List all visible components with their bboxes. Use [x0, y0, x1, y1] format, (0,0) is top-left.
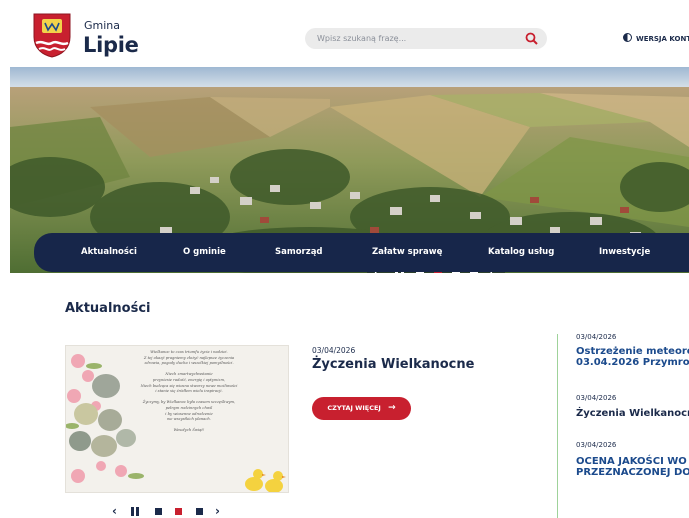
featured-news-date: 03/04/2026 — [312, 346, 356, 355]
nav-item-inwestycje[interactable]: Inwestycje — [599, 247, 650, 257]
search-icon[interactable] — [525, 32, 538, 45]
featured-news-title[interactable]: Życzenia Wielkanocne — [312, 357, 474, 372]
nav-item-katalog-uslug[interactable]: Katalog usług — [488, 247, 554, 257]
side-news-title-1[interactable]: Ostrzeżenie meteorol 03.04.2026 Przymroz — [576, 346, 689, 368]
side-title-line: PRZEZNACZONEJ DO — [576, 467, 689, 478]
side-news-date: 03/04/2026 — [576, 441, 617, 449]
site-header: Gmina Lipie WERSJA KONTRA — [0, 0, 689, 66]
nav-item-zalatw-sprawe[interactable]: Załatw sprawę — [372, 247, 442, 257]
brand-subtitle: Gmina — [84, 19, 121, 32]
nav-item-samorzad[interactable]: Samorząd — [275, 247, 323, 257]
read-more-button[interactable]: CZYTAJ WIĘCEJ → — [312, 397, 411, 420]
easter-card-text: Wielkanoc to czas triumfu życia i nadzie… — [114, 350, 264, 434]
side-title-line: Ostrzeżenie meteorol — [576, 346, 689, 357]
carousel-prev-icon[interactable]: ‹ — [112, 505, 117, 517]
search-input[interactable] — [317, 31, 517, 46]
side-title-line: OCENA JAKOŚCI WO — [576, 456, 687, 467]
page: Gmina Lipie WERSJA KONTRA — [0, 0, 689, 518]
contrast-toggle[interactable]: WERSJA KONTRA — [623, 33, 689, 43]
search-box — [305, 28, 547, 49]
side-news-title-2[interactable]: Życzenia Wielkanocn — [576, 408, 689, 419]
news-section-title: Aktualności — [65, 301, 151, 316]
card-line: Wesołych Świąt! — [173, 428, 205, 433]
main-nav: Aktualności O gminie Samorząd Załatw spr… — [34, 233, 689, 272]
side-news-title-3[interactable]: OCENA JAKOŚCI WO PRZEZNACZONEJ DO — [576, 456, 689, 478]
nav-item-o-gminie[interactable]: O gminie — [183, 247, 226, 257]
nav-item-aktualnosci[interactable]: Aktualności — [81, 247, 137, 257]
contrast-label: WERSJA KONTRA — [636, 35, 689, 43]
carousel-dot-active[interactable] — [175, 508, 182, 515]
side-title-line: 03.04.2026 Przymroz — [576, 357, 689, 368]
news-divider — [557, 334, 558, 518]
coat-of-arms-logo[interactable] — [33, 13, 71, 58]
side-news-date: 03/04/2026 — [576, 394, 617, 402]
brand-title[interactable]: Lipie — [83, 33, 139, 57]
side-news-date: 03/04/2026 — [576, 333, 617, 341]
featured-news-image[interactable]: Wielkanoc to czas triumfu życia i nadzie… — [65, 345, 289, 493]
carousel-pause-icon[interactable] — [131, 507, 139, 516]
news-carousel-controls: ‹ › — [112, 505, 232, 518]
carousel-dot[interactable] — [196, 508, 203, 515]
contrast-icon — [623, 33, 632, 42]
arrow-right-icon: → — [388, 403, 396, 413]
read-more-label: CZYTAJ WIĘCEJ — [327, 404, 381, 412]
carousel-dot[interactable] — [155, 508, 162, 515]
carousel-next-icon[interactable]: › — [215, 505, 220, 517]
side-title-line: Życzenia Wielkanocn — [576, 408, 689, 419]
